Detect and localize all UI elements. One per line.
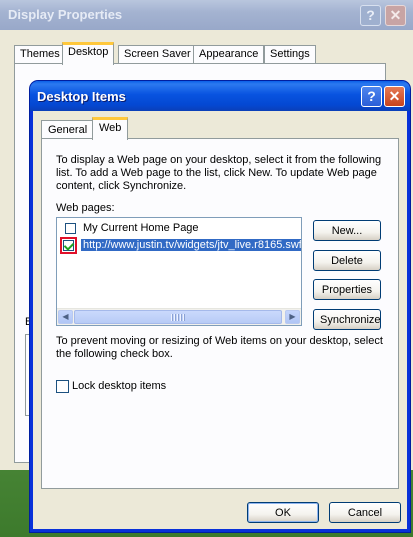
horizontal-scrollbar[interactable]: ◀ ▶	[57, 308, 301, 325]
scroll-right-icon[interactable]: ▶	[285, 310, 300, 324]
web-tab-panel: To display a Web page on your desktop, s…	[41, 138, 399, 489]
help-icon[interactable]: ?	[361, 86, 382, 107]
desktop-items-title: Desktop Items	[37, 89, 126, 104]
scroll-left-icon[interactable]: ◀	[58, 310, 73, 324]
lock-hint-text: To prevent moving or resizing of Web ite…	[56, 335, 383, 360]
tab-web[interactable]: Web	[92, 117, 129, 140]
web-pages-label: Web pages:	[56, 202, 115, 214]
checkbox-checked[interactable]	[63, 240, 74, 251]
display-properties-titlebar: Display Properties ? ✕	[0, 0, 413, 30]
web-description: To display a Web page on your desktop, s…	[56, 154, 382, 192]
web-pages-list[interactable]: My Current Home Page http://www.justin.t…	[56, 217, 302, 326]
desktop-items-titlebar: Desktop Items ? ✕	[30, 81, 410, 111]
close-icon[interactable]: ✕	[385, 5, 406, 26]
new-button[interactable]: New...	[313, 220, 381, 241]
delete-button[interactable]: Delete	[313, 250, 381, 271]
cancel-button[interactable]: Cancel	[329, 502, 401, 523]
list-item-label: My Current Home Page	[83, 222, 199, 234]
ok-button[interactable]: OK	[247, 502, 319, 523]
tab-screen-saver[interactable]: Screen Saver	[118, 45, 197, 63]
scroll-thumb[interactable]	[74, 310, 282, 324]
grip-icon	[171, 314, 185, 321]
desktop-items-dialog: Desktop Items ? ✕ General Web To display…	[30, 81, 410, 532]
properties-button[interactable]: Properties	[313, 279, 381, 300]
close-icon[interactable]: ✕	[384, 86, 405, 107]
list-item-label: http://www.justin.tv/widgets/jtv_live.r8…	[81, 239, 302, 251]
help-icon[interactable]: ?	[360, 5, 381, 26]
lock-label: Lock desktop items	[72, 380, 167, 392]
tab-desktop[interactable]: Desktop	[62, 42, 115, 65]
display-properties-title: Display Properties	[8, 7, 123, 22]
tab-general[interactable]: General	[41, 120, 95, 139]
checkbox[interactable]	[56, 380, 69, 393]
tab-themes[interactable]: Themes	[14, 45, 66, 63]
list-item[interactable]: My Current Home Page	[57, 220, 301, 237]
tab-settings[interactable]: Settings	[264, 45, 316, 63]
tab-appearance[interactable]: Appearance	[193, 45, 265, 63]
synchronize-button[interactable]: Synchronize	[313, 309, 381, 330]
checkbox[interactable]	[65, 223, 76, 234]
list-item-selected[interactable]: http://www.justin.tv/widgets/jtv_live.r8…	[57, 237, 301, 254]
